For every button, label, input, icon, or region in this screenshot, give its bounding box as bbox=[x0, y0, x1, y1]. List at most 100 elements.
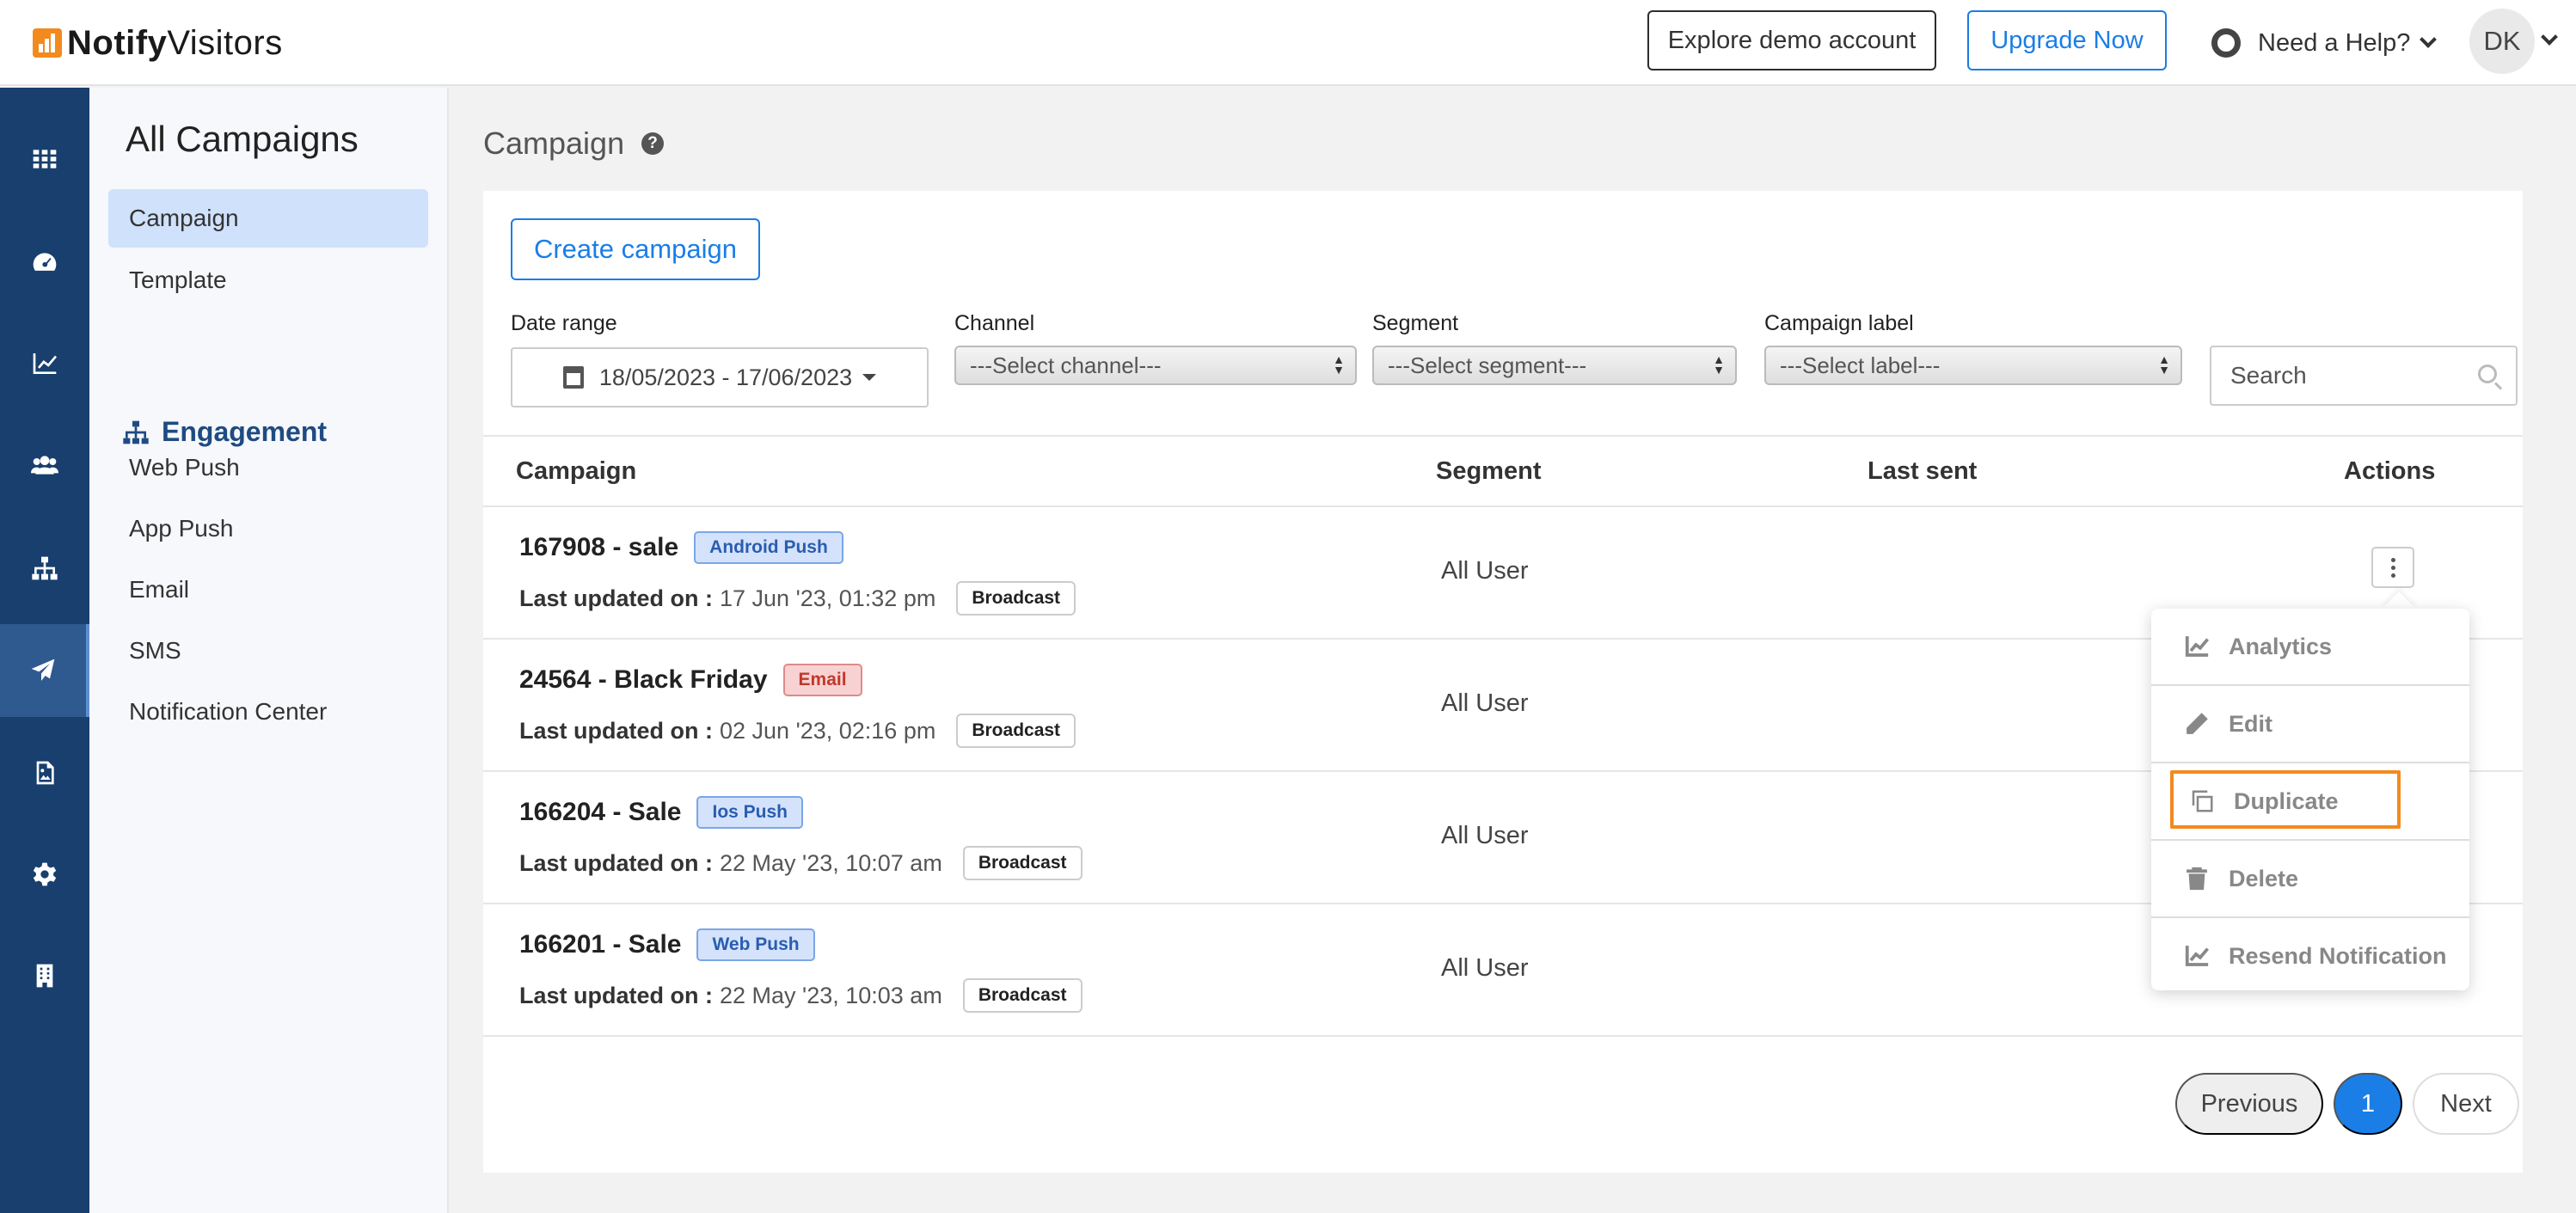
campaign-label-select[interactable]: ---Select label--- ▲ ▼ bbox=[1764, 346, 2182, 385]
subnav-item-campaign[interactable]: Campaign bbox=[108, 189, 428, 248]
menu-item-resend-notification[interactable]: Resend Notification bbox=[2151, 918, 2469, 994]
search-placeholder: Search bbox=[2230, 362, 2307, 389]
select-arrows-icon: ▲ ▼ bbox=[1333, 352, 1345, 377]
rail-item-users[interactable] bbox=[0, 420, 89, 511]
create-campaign-button[interactable]: Create campaign bbox=[511, 218, 760, 280]
top-bar: NotifyVisitors Explore demo account Upgr… bbox=[0, 0, 2576, 86]
table-header: Campaign Segment Last sent Actions bbox=[483, 435, 2523, 507]
date-range-picker[interactable]: 18/05/2023 - 17/06/2023 bbox=[511, 347, 929, 407]
segment-value: All User bbox=[1441, 557, 1529, 585]
help-menu[interactable]: Need a Help? bbox=[2211, 19, 2438, 67]
menu-item-edit[interactable]: Edit bbox=[2151, 686, 2469, 762]
last-updated: Last updated on : 22 May '23, 10:03 am Bro… bbox=[519, 978, 1083, 1013]
rail-item-analytics[interactable] bbox=[0, 318, 89, 409]
line-chart-icon bbox=[33, 353, 57, 374]
last-updated-prefix: Last updated on : bbox=[519, 982, 713, 1008]
channel-tag: Web Push bbox=[696, 928, 815, 961]
channel-tag: Android Push bbox=[694, 531, 843, 564]
campaign-name-text: 166204 - Sale bbox=[519, 798, 682, 826]
channel-select[interactable]: ---Select channel--- ▲ ▼ bbox=[954, 346, 1357, 385]
menu-item-label: Analytics bbox=[2229, 633, 2333, 659]
help-label: Need a Help? bbox=[2258, 28, 2411, 57]
more-actions-button[interactable] bbox=[2371, 547, 2414, 588]
segment-value: All User bbox=[1441, 954, 1529, 982]
subnav-item-template[interactable]: Template bbox=[108, 251, 428, 309]
segment-value: All User bbox=[1441, 822, 1529, 849]
page-number-button[interactable]: 1 bbox=[2334, 1073, 2402, 1135]
image-file-icon bbox=[36, 761, 54, 785]
channel-select-value: ---Select channel--- bbox=[970, 352, 1162, 378]
dashboard-gauge-icon bbox=[33, 253, 57, 271]
rail-item-apps[interactable] bbox=[0, 113, 89, 205]
brand-name: NotifyVisitors bbox=[67, 24, 283, 63]
last-updated: Last updated on : 22 May '23, 10:07 am Bro… bbox=[519, 846, 1083, 880]
rail-item-media[interactable] bbox=[0, 727, 89, 818]
page-title: Campaign ? bbox=[483, 126, 665, 162]
rail-item-settings[interactable] bbox=[0, 829, 89, 920]
channel-tag: Email bbox=[782, 664, 862, 696]
campaign-name[interactable]: 166201 - Sale Web Push bbox=[519, 928, 815, 961]
subnav-item-app-push[interactable]: App Push bbox=[108, 499, 428, 558]
next-page-button[interactable]: Next bbox=[2413, 1073, 2519, 1135]
column-header-campaign[interactable]: Campaign bbox=[516, 457, 636, 486]
rail-item-campaigns[interactable] bbox=[0, 624, 89, 717]
paper-plane-icon bbox=[31, 659, 55, 681]
last-updated-value: 17 Jun '23, 01:32 pm bbox=[720, 585, 936, 611]
menu-item-label: Edit bbox=[2229, 710, 2272, 737]
avatar-chevron-down-icon[interactable] bbox=[2541, 28, 2558, 46]
lifebuoy-icon bbox=[2211, 28, 2241, 58]
page-title-text: Campaign bbox=[483, 126, 625, 161]
line-chart-icon bbox=[2185, 946, 2210, 966]
pencil-icon bbox=[2187, 713, 2208, 734]
users-icon bbox=[31, 456, 58, 475]
caret-down-icon bbox=[862, 374, 877, 381]
type-badge: Broadcast bbox=[962, 846, 1083, 880]
line-chart-icon bbox=[2185, 636, 2210, 657]
menu-item-label: Resend Notification bbox=[2229, 942, 2447, 969]
type-badge: Broadcast bbox=[956, 714, 1076, 748]
menu-item-delete[interactable]: Delete bbox=[2151, 841, 2469, 916]
brand-logo[interactable]: NotifyVisitors bbox=[33, 19, 283, 67]
menu-item-analytics[interactable]: Analytics bbox=[2151, 609, 2469, 684]
last-updated-prefix: Last updated on : bbox=[519, 585, 713, 611]
column-header-segment[interactable]: Segment bbox=[1436, 457, 1541, 486]
previous-page-button[interactable]: Previous bbox=[2175, 1073, 2323, 1135]
user-avatar[interactable]: DK bbox=[2469, 9, 2535, 74]
subnav-item-email[interactable]: Email bbox=[108, 561, 428, 619]
campaign-name[interactable]: 166204 - Sale Ios Push bbox=[519, 796, 804, 829]
campaign-name-text: 24564 - Black Friday bbox=[519, 665, 768, 694]
last-updated: Last updated on : 02 Jun '23, 02:16 pm Bro… bbox=[519, 714, 1076, 748]
help-question-icon[interactable]: ? bbox=[641, 132, 665, 155]
campaign-name[interactable]: 167908 - sale Android Push bbox=[519, 531, 843, 564]
explore-demo-button[interactable]: Explore demo account bbox=[1647, 10, 1936, 70]
column-header-last-sent[interactable]: Last sent bbox=[1868, 457, 1977, 486]
subnav-title: All Campaigns bbox=[126, 119, 359, 159]
type-badge: Broadcast bbox=[956, 581, 1076, 616]
upgrade-now-button[interactable]: Upgrade Now bbox=[1967, 10, 2167, 70]
campaign-label-label: Campaign label bbox=[1764, 311, 1914, 335]
rail-item-dashboard[interactable] bbox=[0, 217, 89, 308]
subnav-item-sms[interactable]: SMS bbox=[108, 622, 428, 680]
campaign-name-text: 166201 - Sale bbox=[519, 930, 682, 959]
campaign-label-select-value: ---Select label--- bbox=[1780, 352, 1941, 378]
search-input[interactable]: Search bbox=[2210, 346, 2518, 406]
channel-label: Channel bbox=[954, 311, 1035, 335]
gear-icon bbox=[33, 862, 57, 886]
date-range-label: Date range bbox=[511, 311, 617, 335]
type-badge: Broadcast bbox=[962, 978, 1083, 1013]
campaign-subnav: All Campaigns Campaign Template Engageme… bbox=[89, 88, 449, 1213]
campaign-name[interactable]: 24564 - Black Friday Email bbox=[519, 664, 862, 696]
grid-icon bbox=[33, 150, 57, 168]
subnav-item-web-push[interactable]: Web Push bbox=[108, 438, 428, 497]
trash-icon bbox=[2187, 867, 2207, 891]
subnav-item-notification-center[interactable]: Notification Center bbox=[108, 683, 428, 741]
last-updated: Last updated on : 17 Jun '23, 01:32 pm Bro… bbox=[519, 581, 1076, 616]
duplicate-highlight-box bbox=[2170, 770, 2401, 829]
rail-item-engagement[interactable] bbox=[0, 523, 89, 614]
select-arrows-icon: ▲ ▼ bbox=[1713, 352, 1725, 377]
brand-name-regular: Visitors bbox=[167, 23, 283, 62]
segment-select[interactable]: ---Select segment--- ▲ ▼ bbox=[1372, 346, 1737, 385]
rail-item-account[interactable] bbox=[0, 930, 89, 1021]
select-arrows-icon: ▲ ▼ bbox=[2158, 352, 2170, 377]
last-updated-prefix: Last updated on : bbox=[519, 849, 713, 876]
